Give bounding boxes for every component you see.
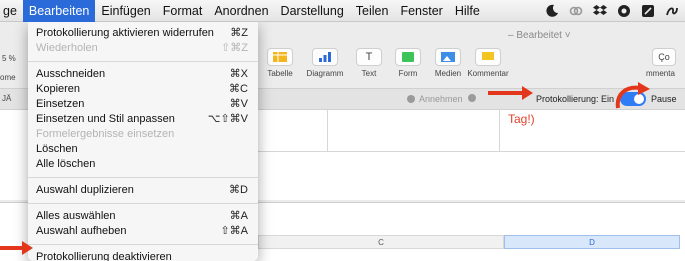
comments-panel-label: mmenta: [646, 69, 675, 78]
accept-button[interactable]: Annehmen: [407, 94, 463, 104]
menu-item-shortcut: ⌘V: [229, 98, 248, 110]
menu-item-undo-tracking[interactable]: Protokollierung aktivieren widerrufen ⌘Z: [28, 26, 258, 41]
menu-item-label: Wiederholen: [36, 42, 98, 54]
table-cell[interactable]: [258, 110, 328, 152]
menu-bar: ge Bearbeiten Einfügen Format Anordnen D…: [0, 0, 685, 22]
tracking-status-label: Protokollierung: Ein: [536, 94, 615, 104]
tracking-bar-left-stub: JÄ: [2, 94, 12, 103]
menu-item-label: Protokollierung aktivieren widerrufen: [36, 27, 214, 39]
menu-item-duplicate[interactable]: Auswahl duplizieren ⌘D: [28, 183, 258, 198]
edit-menu: Protokollierung aktivieren widerrufen ⌘Z …: [28, 22, 258, 261]
chart-icon: [312, 48, 338, 66]
comments-panel-button[interactable]: Ço mmenta: [646, 48, 685, 78]
text-label: Text: [361, 69, 377, 78]
menu-teilen[interactable]: Teilen: [350, 0, 395, 22]
comment-text: Tag!): [508, 112, 535, 126]
menu-item-paste[interactable]: Einsetzen ⌘V: [28, 97, 258, 112]
media-label: Medien: [434, 69, 462, 78]
menu-item-deselect[interactable]: Auswahl aufheben ⇧⌘A: [28, 224, 258, 239]
menu-item-cut[interactable]: Ausschneiden ⌘X: [28, 67, 258, 82]
menu-separator: [28, 203, 258, 204]
menu-item-shortcut: ⌘C: [229, 83, 248, 95]
menu-separator: [28, 244, 258, 245]
menu-item-delete-all[interactable]: Alle löschen: [28, 157, 258, 172]
menu-item-paste-match-style[interactable]: Einsetzen und Stil anpassen ⌥⇧⌘V: [28, 112, 258, 127]
comment-button[interactable]: Kommentar: [465, 48, 511, 78]
media-icon: [435, 48, 461, 66]
menu-item-redo: Wiederholen ⇧⌘Z: [28, 41, 258, 56]
shape-icon: [395, 48, 421, 66]
menu-item-label: Kopieren: [36, 83, 81, 95]
table-cell[interactable]: [328, 110, 500, 152]
menu-item-label: Alles auswählen: [36, 210, 116, 222]
menu-bearbeiten[interactable]: Bearbeiten: [22, 0, 96, 22]
menu-einfuegen[interactable]: Einfügen: [95, 0, 156, 22]
annotation-arrow: [488, 86, 533, 100]
status-area: [545, 0, 679, 22]
menu-item-label: Formelergebnisse einsetzen: [36, 128, 175, 140]
menu-item-label: Auswahl duplizieren: [36, 184, 134, 196]
menu-item-select-all[interactable]: Alles auswählen ⌘A: [28, 209, 258, 224]
moon-icon[interactable]: [545, 4, 559, 18]
menu-item-paste-formula-results: Formelergebnisse einsetzen: [28, 127, 258, 142]
chart-label: Diagramm: [306, 69, 344, 78]
annotation-curved-arrow: [615, 82, 650, 109]
dropbox-icon[interactable]: [593, 4, 607, 18]
circle-icon[interactable]: [617, 4, 631, 18]
menu-item-label: Ausschneiden: [36, 68, 106, 80]
menu-separator: [28, 61, 258, 62]
menu-item-label: Alle löschen: [36, 158, 96, 170]
menu-item-label: Löschen: [36, 143, 78, 155]
square-icon[interactable]: [641, 4, 655, 18]
reject-icon[interactable]: [468, 94, 476, 102]
menu-hilfe[interactable]: Hilfe: [449, 0, 486, 22]
menu-item-label: Einsetzen und Stil anpassen: [36, 113, 175, 125]
menu-darstellung[interactable]: Darstellung: [275, 0, 350, 22]
menu-item-label: Auswahl aufheben: [36, 225, 127, 237]
menu-anordnen[interactable]: Anordnen: [208, 0, 274, 22]
menu-item-shortcut: ⌘Z: [230, 27, 248, 39]
menu-item-copy[interactable]: Kopieren ⌘C: [28, 82, 258, 97]
menu-item-shortcut: ⇧⌘Z: [221, 42, 248, 54]
script-icon[interactable]: [665, 4, 679, 18]
menu-format[interactable]: Format: [157, 0, 209, 22]
table-icon: [267, 48, 293, 66]
comment-icon: [475, 48, 501, 66]
table-button[interactable]: Tabelle: [257, 48, 303, 78]
pause-button[interactable]: Pause: [651, 94, 677, 104]
comments-panel-icon: Ço: [652, 48, 676, 66]
text-icon: T: [356, 48, 382, 66]
annotation-arrow-left: [0, 241, 33, 255]
menu-item-shortcut: ⌘X: [229, 68, 248, 80]
window-title: – Bearbeitet ˅: [508, 30, 571, 41]
menu-item-disable-tracking[interactable]: Protokollierung deaktivieren: [28, 250, 258, 261]
column-header-d[interactable]: D: [504, 235, 680, 249]
menu-fenster[interactable]: Fenster: [394, 0, 448, 22]
menu-item-shortcut: ⇧⌘A: [220, 225, 248, 237]
column-header-c[interactable]: C: [258, 235, 504, 249]
menu-item-label: Protokollierung deaktivieren: [36, 251, 172, 261]
shape-label: Form: [398, 69, 418, 78]
link-icon[interactable]: [569, 4, 583, 18]
table-label: Tabelle: [267, 69, 293, 78]
menu-separator: [28, 177, 258, 178]
menu-item-shortcut: ⌘A: [229, 210, 248, 222]
comment-label: Kommentar: [467, 69, 509, 78]
menu-item-shortcut: ⌥⇧⌘V: [207, 113, 248, 125]
menu-prev-stub[interactable]: ge: [0, 0, 23, 22]
menu-item-shortcut: ⌘D: [229, 184, 248, 196]
menu-item-delete[interactable]: Löschen: [28, 142, 258, 157]
menu-item-label: Einsetzen: [36, 98, 85, 110]
chart-button[interactable]: Diagramm: [302, 48, 348, 78]
